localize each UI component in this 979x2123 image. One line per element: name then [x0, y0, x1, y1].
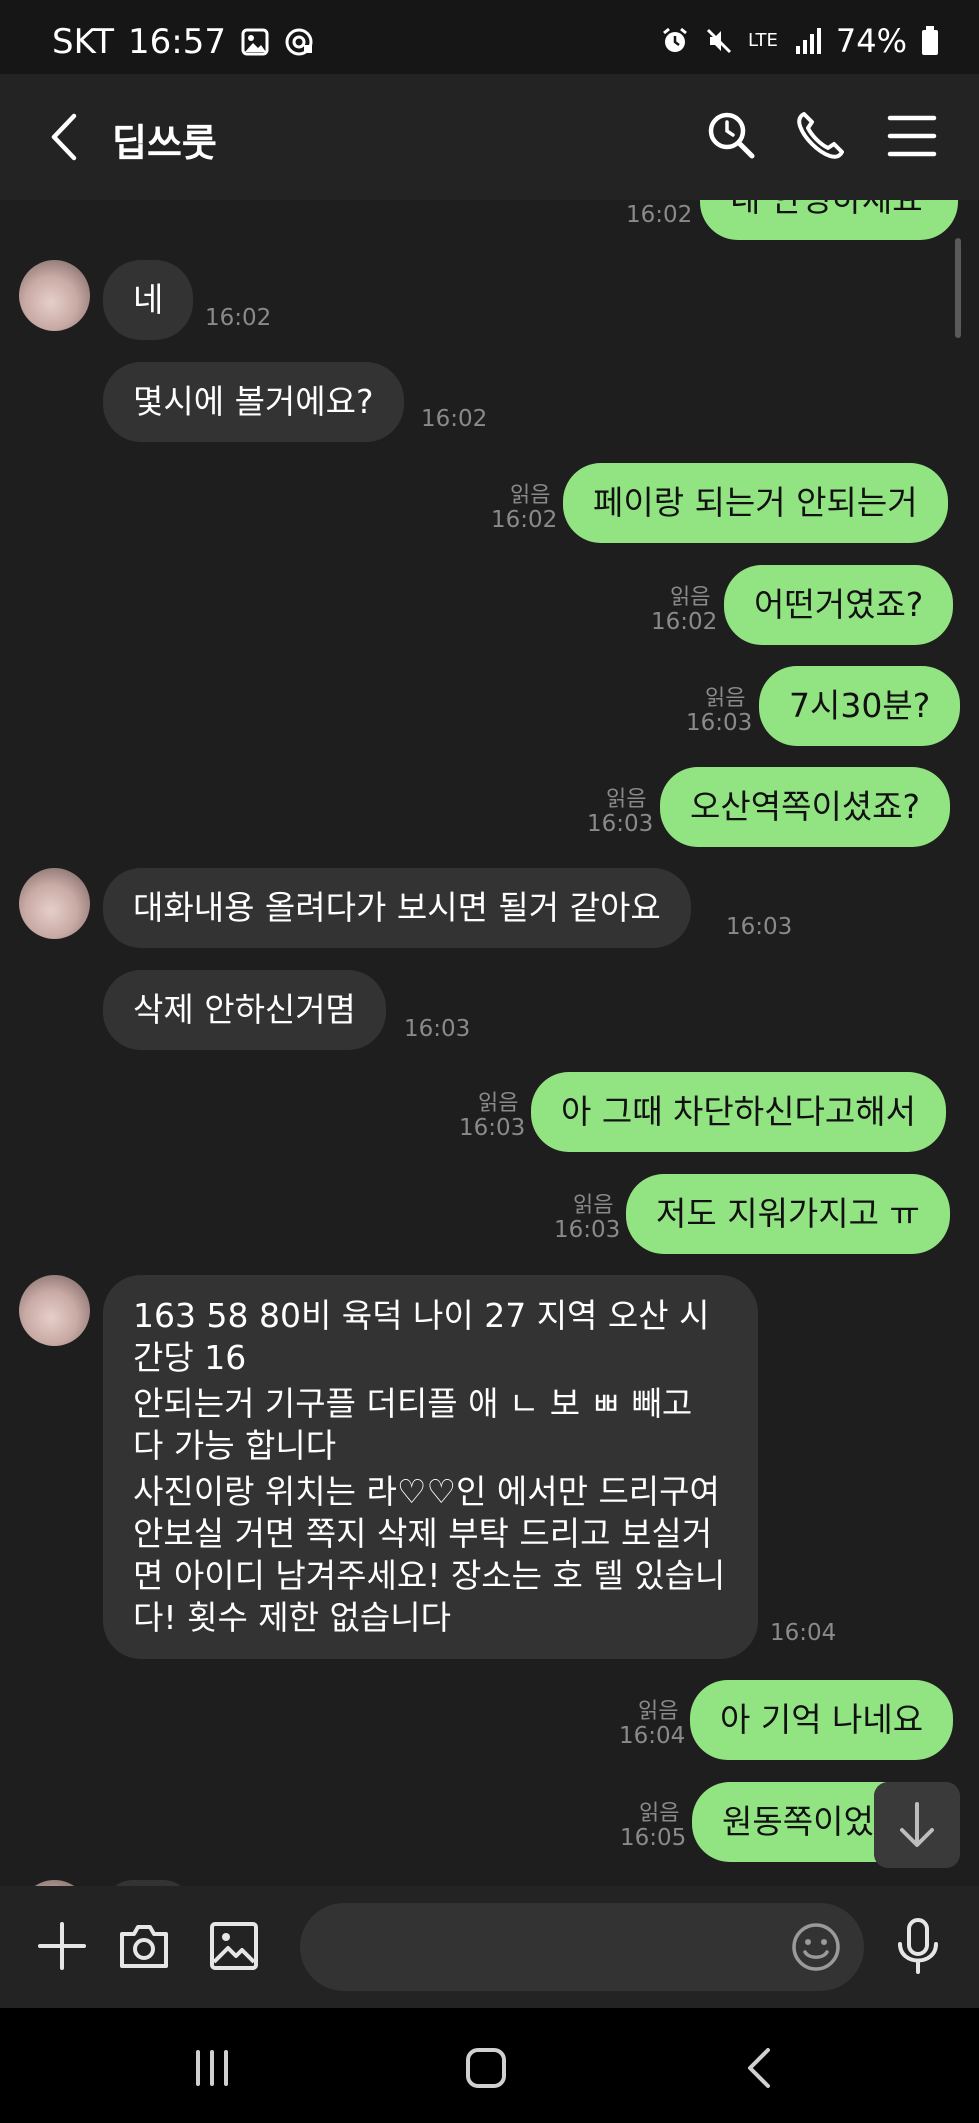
message-time: 16:05	[620, 1825, 687, 1851]
message-input-field[interactable]	[300, 1903, 864, 1991]
message-time: 16:02	[491, 507, 558, 533]
avatar[interactable]	[19, 868, 90, 939]
back-icon[interactable]	[730, 2038, 790, 2098]
message-bubble-in[interactable]: 몇시에 볼거에요?	[103, 362, 404, 442]
message-bubble-in[interactable]: 네	[103, 260, 194, 340]
signal-icon	[795, 28, 821, 54]
emoji-icon[interactable]	[788, 1919, 844, 1975]
message-time: 16:02	[626, 202, 693, 228]
clock: 16:57	[128, 22, 226, 62]
message-time: 16:02	[651, 609, 718, 635]
message-bubble-out[interactable]: 어떤거였죠?	[724, 565, 954, 645]
camera-icon[interactable]	[112, 1914, 176, 1978]
chat-title: 딥쓰룻	[112, 121, 217, 165]
app-notification-icon	[285, 28, 313, 56]
chat-area[interactable]: 네 안녕하세요 16:02 네 16:02 몇시에 볼거에요? 16:02 읽음…	[0, 200, 979, 1886]
message-input[interactable]	[330, 1903, 770, 1991]
battery-icon	[922, 26, 938, 55]
mute-icon	[706, 28, 732, 54]
avatar[interactable]	[19, 1275, 90, 1346]
gallery-notification-icon	[241, 28, 269, 56]
message-bubble-out[interactable]: 아 그때 차단하신다고해서	[531, 1072, 946, 1152]
read-receipt: 읽음	[573, 1193, 614, 1218]
read-receipt: 읽음	[705, 686, 746, 711]
read-receipt: 읽음	[670, 585, 711, 610]
message-time: 16:03	[459, 1115, 526, 1141]
message-bubble-in-long[interactable]: 163 58 80비 육덕 나이 27 지역 오산 시간당 16 안되는거 기구…	[103, 1275, 758, 1659]
message-paragraph: 안되는거 기구플 더티플 애 ㄴ 보 ㅃ 빼고 다 가능 합니다	[133, 1384, 693, 1465]
message-time: 16:03	[726, 914, 793, 940]
message-bubble-out[interactable]: 오산역쪽이셨죠?	[660, 767, 951, 847]
message-time: 16:03	[554, 1217, 621, 1243]
message-bubble-in[interactable]: 대화내용 올려다가 보시면 될거 같아요	[103, 868, 691, 948]
message-time: 16:04	[770, 1620, 837, 1646]
read-receipt: 읽음	[638, 1699, 679, 1724]
message-input-bar	[0, 1886, 979, 2008]
chat-header: 딥쓰룻	[0, 74, 979, 200]
message-time: 16:02	[421, 406, 488, 432]
menu-icon[interactable]	[882, 106, 942, 166]
message-time: 16:02	[205, 305, 272, 331]
avatar[interactable]	[19, 260, 90, 331]
microphone-icon[interactable]	[886, 1914, 950, 1978]
plus-icon[interactable]	[30, 1914, 94, 1978]
message-time: 16:03	[686, 710, 753, 736]
battery-percent: 74%	[835, 22, 907, 60]
read-receipt: 읽음	[478, 1091, 519, 1116]
system-navigation-bar	[0, 2008, 979, 2123]
message-bubble-out[interactable]: 7시30분?	[759, 666, 961, 746]
home-icon[interactable]	[456, 2038, 516, 2098]
message-bubble-out[interactable]: 네 안녕하세요	[700, 200, 958, 240]
network-type: LTE	[747, 30, 778, 51]
status-bar: SKT 16:57 LTE 74%	[0, 0, 979, 74]
read-receipt: 읽음	[510, 483, 551, 508]
carrier-label: SKT	[52, 22, 115, 62]
message-paragraph: 사진이랑 위치는 라♡♡인 에서만 드리구여 안보실 거면 쪽지 삭제 부탁 드…	[133, 1472, 726, 1637]
scroll-to-bottom-icon[interactable]	[874, 1782, 960, 1868]
read-receipt: 읽음	[606, 787, 647, 812]
read-receipt: 읽음	[639, 1801, 680, 1826]
recent-apps-icon[interactable]	[182, 2038, 242, 2098]
alarm-icon	[663, 27, 687, 52]
message-time: 16:04	[619, 1723, 686, 1749]
message-bubble-out[interactable]: 저도 지워가지고 ㅠ	[626, 1174, 950, 1254]
message-bubble-out[interactable]: 페이랑 되는거 안되는거	[563, 463, 948, 543]
message-paragraph: 163 58 80비 육덕 나이 27 지역 오산 시간당 16	[133, 1296, 710, 1377]
message-bubble-in[interactable]: 삭제 안하신거몀	[103, 970, 387, 1050]
message-time: 16:03	[404, 1016, 471, 1042]
message-bubble-out[interactable]: 아 기억 나네요	[690, 1680, 954, 1760]
scrollbar[interactable]	[955, 238, 961, 338]
search-icon[interactable]	[702, 106, 762, 166]
phone-icon[interactable]	[790, 106, 850, 166]
message-time: 16:03	[587, 811, 654, 837]
back-arrow-icon[interactable]	[40, 108, 90, 166]
gallery-icon[interactable]	[202, 1914, 266, 1978]
